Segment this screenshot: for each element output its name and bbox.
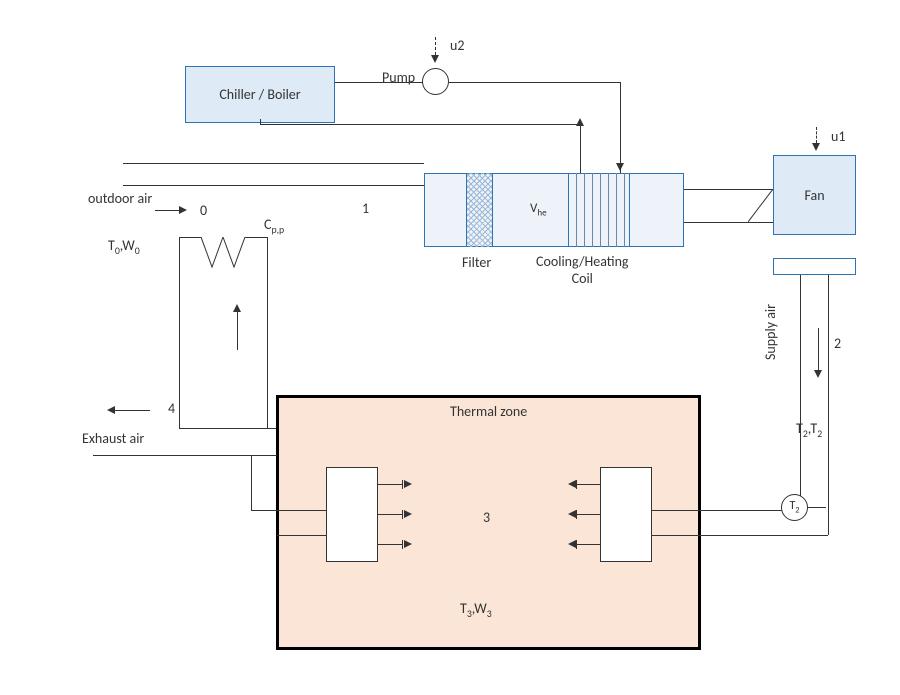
damper-zigzag-icon: [201, 237, 245, 275]
pipe-coil-return-up: [580, 124, 581, 173]
t3w3-label: T3,W3: [460, 600, 492, 620]
fan-inlet-damper-icon: [748, 189, 773, 222]
thermal-zone-label: Thermal zone: [450, 403, 527, 420]
pump-icon: [422, 68, 449, 95]
duct-outdoor-top: [123, 163, 424, 164]
u2-arrowhead: [431, 55, 439, 63]
pipe-chiller-to-pump: [335, 82, 423, 83]
fan-outlet-damper: [773, 258, 856, 275]
hvac-schematic: { "blocks": { "chiller": "Chiller / Boil…: [0, 0, 900, 695]
pipe-down-to-coil-in: [620, 82, 621, 173]
exhaust-arrow: [107, 406, 115, 414]
t0w0-label: T0,W0: [108, 237, 140, 257]
node-3-label: 3: [483, 509, 490, 526]
t2-sensor: T2: [781, 494, 808, 521]
fan-label: Fan: [804, 187, 824, 204]
node-0-label: 0: [200, 202, 207, 219]
duct-outdoor-mid: [123, 185, 424, 186]
t2t2-label: T2,T2: [796, 420, 822, 440]
duct-exhaust-bottom: [93, 455, 277, 456]
chiller-boiler-label: Chiller / Boiler: [219, 86, 300, 103]
return-duct-into-mix-top: [251, 510, 278, 511]
supply-air-label: Supply air: [762, 304, 779, 360]
mix-left-wall: [179, 237, 180, 364]
supply-diffuser-left: [326, 467, 378, 562]
u2-input-line: [435, 37, 436, 55]
filter-icon: [466, 173, 493, 247]
exhaust-air-label: Exhaust air: [82, 430, 144, 447]
chiller-boiler-block: Chiller / Boiler: [185, 66, 335, 123]
fan-block: Fan: [773, 155, 856, 235]
vhe-label: Vhe: [530, 201, 547, 219]
u1-label: u1: [831, 128, 845, 145]
supply-duct-left: [800, 275, 801, 510]
pipe-pump-right: [449, 82, 620, 83]
coil-supply-arrowhead: [616, 163, 624, 171]
u1-input-line: [816, 127, 817, 143]
t2-sensor-lead: [808, 507, 826, 508]
outdoor-air-arrow: [179, 206, 187, 214]
outdoor-air-label: outdoor air: [88, 190, 152, 207]
coil-label: Cooling/Heating Coil: [536, 254, 629, 288]
duct-exhaust-top: [179, 428, 277, 429]
node-2-label: 2: [834, 335, 841, 352]
recirc-arrow-shaft: [237, 310, 238, 350]
u2-label: u2: [450, 37, 464, 54]
filter-label: Filter: [462, 254, 491, 271]
air-handling-unit: [424, 173, 684, 247]
recirc-arrow-head: [233, 304, 241, 312]
pump-label: Pump: [382, 69, 415, 86]
supply-diffuser-right: [600, 467, 652, 562]
duct-ahu-to-fan-bottom: [684, 222, 773, 223]
u1-arrowhead: [812, 143, 820, 151]
supply-arrow: [814, 370, 822, 378]
cooling-heating-coil-icon: [568, 173, 630, 247]
node-4-label: 4: [168, 400, 175, 417]
mix-right-wall: [267, 237, 268, 364]
supply-duct-right: [828, 275, 829, 535]
t2-sensor-label: T2: [789, 499, 799, 515]
node-1-label: 1: [362, 200, 369, 217]
pipe-return-left: [260, 124, 580, 125]
cpp-label: Cp,p: [264, 216, 284, 236]
